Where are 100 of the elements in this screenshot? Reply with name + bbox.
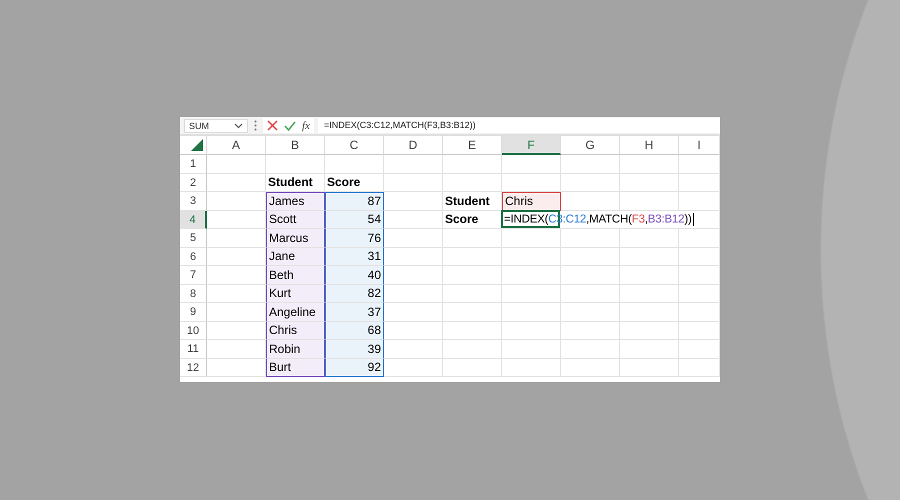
table-cell[interactable] bbox=[502, 248, 561, 266]
table-cell[interactable] bbox=[679, 266, 720, 284]
table-cell[interactable]: 82 bbox=[325, 284, 384, 303]
table-cell[interactable]: Kurt bbox=[266, 284, 325, 303]
table-cell[interactable] bbox=[207, 322, 266, 340]
table-cell[interactable] bbox=[207, 358, 266, 377]
table-cell[interactable] bbox=[561, 266, 620, 284]
table-cell[interactable] bbox=[207, 284, 266, 303]
table-cell[interactable] bbox=[443, 229, 502, 248]
table-cell[interactable]: Student bbox=[443, 192, 502, 210]
row-header[interactable]: 3 bbox=[180, 192, 207, 210]
table-cell[interactable] bbox=[502, 340, 561, 358]
name-box[interactable]: SUM bbox=[184, 118, 248, 132]
table-cell[interactable] bbox=[207, 340, 266, 358]
table-cell[interactable] bbox=[679, 358, 720, 377]
table-cell[interactable] bbox=[561, 248, 620, 266]
table-cell[interactable] bbox=[443, 284, 502, 303]
cancel-icon[interactable] bbox=[267, 120, 278, 131]
row-header[interactable]: 9 bbox=[180, 303, 207, 322]
table-cell[interactable] bbox=[561, 303, 620, 322]
table-cell[interactable]: 39 bbox=[325, 340, 384, 358]
table-cell[interactable] bbox=[620, 192, 679, 210]
table-cell[interactable] bbox=[325, 155, 384, 174]
row-header[interactable]: 8 bbox=[180, 284, 207, 303]
table-cell[interactable] bbox=[502, 358, 561, 377]
table-cell[interactable] bbox=[679, 229, 720, 248]
table-cell[interactable] bbox=[384, 192, 443, 210]
table-cell[interactable] bbox=[443, 266, 502, 284]
table-cell[interactable] bbox=[502, 303, 561, 322]
table-cell[interactable] bbox=[207, 210, 266, 229]
table-cell[interactable] bbox=[443, 303, 502, 322]
table-cell[interactable] bbox=[620, 322, 679, 340]
table-cell[interactable]: Chris bbox=[266, 322, 325, 340]
table-cell[interactable] bbox=[207, 303, 266, 322]
row-header[interactable]: 12 bbox=[180, 358, 207, 377]
column-header[interactable]: D bbox=[384, 136, 443, 155]
table-cell[interactable] bbox=[561, 322, 620, 340]
column-header[interactable]: H bbox=[620, 136, 679, 155]
table-cell[interactable] bbox=[266, 155, 325, 174]
table-cell[interactable]: 40 bbox=[325, 266, 384, 284]
table-cell[interactable] bbox=[207, 248, 266, 266]
row-header[interactable]: 5 bbox=[180, 229, 207, 248]
table-cell[interactable] bbox=[502, 155, 561, 174]
column-header[interactable]: B bbox=[266, 136, 325, 155]
column-header[interactable]: E bbox=[443, 136, 502, 155]
table-cell[interactable]: 54 bbox=[325, 210, 384, 229]
table-cell[interactable] bbox=[207, 229, 266, 248]
row-header[interactable]: 6 bbox=[180, 248, 207, 266]
table-cell[interactable] bbox=[679, 322, 720, 340]
table-cell[interactable] bbox=[620, 358, 679, 377]
table-cell[interactable] bbox=[679, 155, 720, 174]
table-cell[interactable]: Score bbox=[443, 210, 502, 229]
table-cell[interactable] bbox=[502, 229, 561, 248]
table-cell[interactable] bbox=[443, 248, 502, 266]
table-cell[interactable] bbox=[679, 340, 720, 358]
column-header[interactable]: A bbox=[207, 136, 266, 155]
table-cell[interactable]: Student bbox=[266, 174, 325, 192]
table-cell[interactable] bbox=[561, 192, 620, 210]
table-cell[interactable] bbox=[679, 248, 720, 266]
row-header[interactable]: 1 bbox=[180, 155, 207, 174]
table-cell[interactable] bbox=[620, 266, 679, 284]
row-header[interactable]: 7 bbox=[180, 266, 207, 284]
table-cell[interactable]: Beth bbox=[266, 266, 325, 284]
table-cell[interactable] bbox=[384, 303, 443, 322]
table-cell[interactable]: 92 bbox=[325, 358, 384, 377]
table-cell[interactable]: Angeline bbox=[266, 303, 325, 322]
table-cell[interactable] bbox=[384, 266, 443, 284]
column-header[interactable]: G bbox=[561, 136, 620, 155]
table-cell[interactable]: 37 bbox=[325, 303, 384, 322]
table-cell[interactable] bbox=[384, 340, 443, 358]
row-header[interactable]: 10 bbox=[180, 322, 207, 340]
row-header[interactable]: 2 bbox=[180, 174, 207, 192]
table-cell[interactable]: 31 bbox=[325, 248, 384, 266]
table-cell[interactable]: 68 bbox=[325, 322, 384, 340]
table-cell[interactable] bbox=[561, 284, 620, 303]
table-cell[interactable] bbox=[384, 155, 443, 174]
more-options-icon[interactable] bbox=[254, 120, 257, 131]
table-cell[interactable] bbox=[561, 358, 620, 377]
table-cell[interactable]: Marcus bbox=[266, 229, 325, 248]
table-cell[interactable] bbox=[679, 192, 720, 210]
table-cell[interactable] bbox=[502, 174, 561, 192]
table-cell[interactable]: Robin bbox=[266, 340, 325, 358]
table-cell[interactable] bbox=[620, 174, 679, 192]
table-cell[interactable] bbox=[443, 358, 502, 377]
table-cell[interactable] bbox=[620, 340, 679, 358]
table-cell[interactable] bbox=[620, 155, 679, 174]
table-cell[interactable] bbox=[443, 340, 502, 358]
table-cell[interactable]: Chris bbox=[502, 192, 561, 210]
table-cell[interactable] bbox=[384, 174, 443, 192]
table-cell[interactable] bbox=[384, 229, 443, 248]
column-header[interactable]: F bbox=[502, 136, 561, 155]
column-header[interactable]: I bbox=[679, 136, 720, 155]
formula-bar[interactable]: =INDEX(C3:C12,MATCH(F3,B3:B12)) bbox=[318, 118, 720, 133]
table-cell[interactable] bbox=[679, 303, 720, 322]
table-cell[interactable] bbox=[207, 192, 266, 210]
checkmark-icon[interactable] bbox=[284, 120, 296, 130]
table-cell[interactable] bbox=[502, 284, 561, 303]
table-cell[interactable]: Scott bbox=[266, 210, 325, 229]
table-cell[interactable] bbox=[384, 284, 443, 303]
table-cell[interactable] bbox=[620, 248, 679, 266]
